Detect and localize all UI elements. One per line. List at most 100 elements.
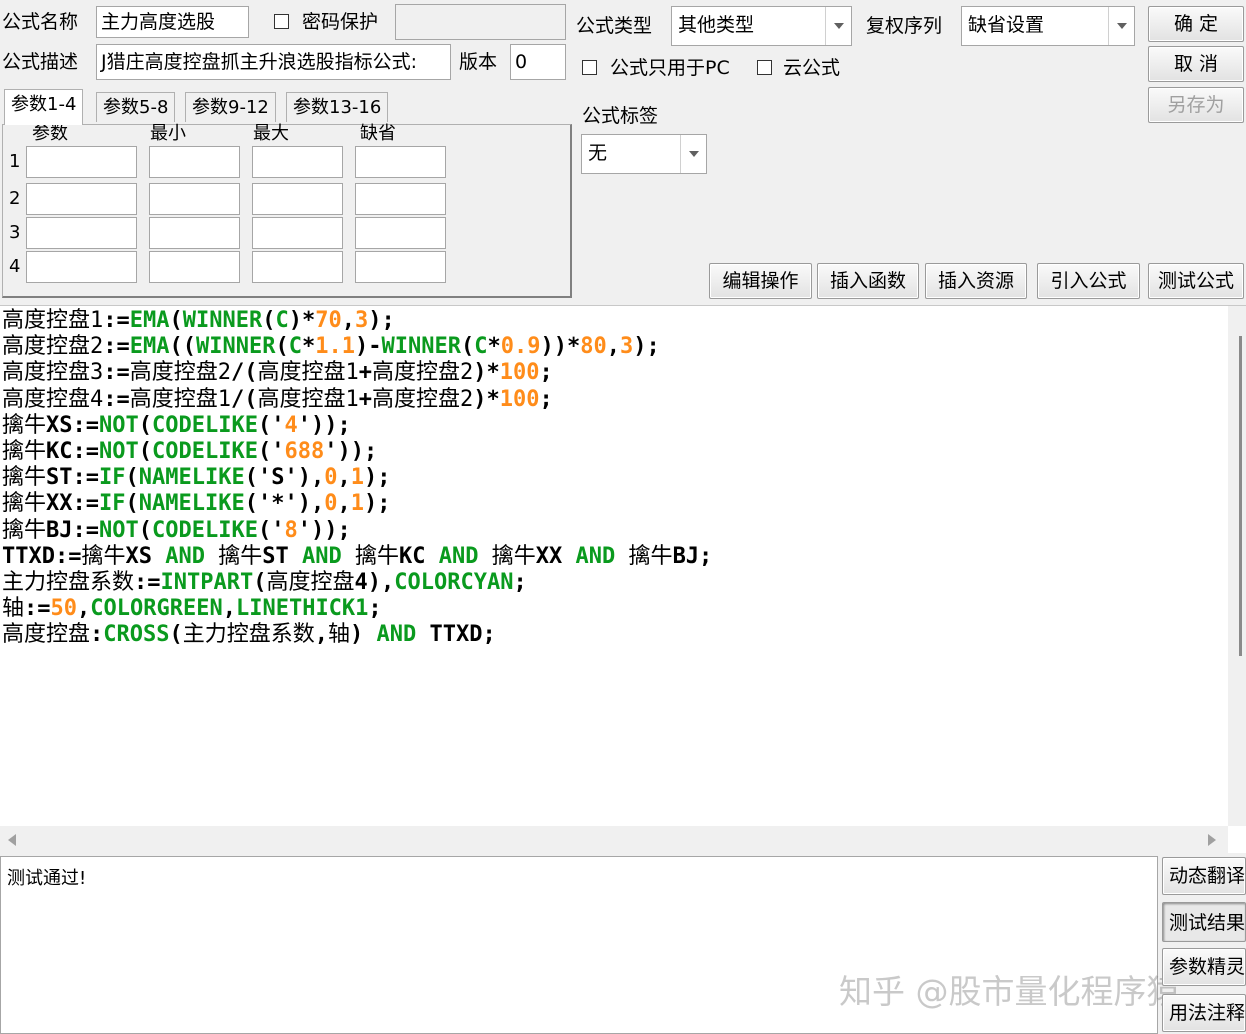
code-token: := — [134, 570, 161, 595]
formula-type-select[interactable]: 其他类型 — [671, 6, 852, 46]
param-max-input[interactable] — [252, 217, 343, 249]
horizontal-scrollbar[interactable] — [0, 826, 1228, 854]
code-line[interactable]: TTXD:=擒牛XS AND 擒牛ST AND 擒牛KC AND 擒牛XX AN… — [2, 544, 712, 570]
param-min-input[interactable] — [149, 217, 240, 249]
param-min-input[interactable] — [149, 183, 240, 215]
code-token: ( — [138, 517, 152, 543]
param-default-input[interactable] — [355, 183, 446, 215]
code-token: EMA — [129, 334, 170, 360]
version-input[interactable]: 0 — [510, 44, 566, 80]
code-token: IF — [99, 491, 126, 517]
param-name-input[interactable] — [26, 183, 137, 215]
code-token: 擒牛 — [628, 543, 673, 569]
code-line[interactable]: 高度控盘1:=EMA(WINNER(C)*70,3); — [2, 308, 395, 334]
scroll-left-icon[interactable] — [8, 834, 16, 846]
test-message-box[interactable]: 测试通过! 知乎 @股市量化程序猿 — [0, 856, 1180, 1034]
tab-params-13-16[interactable]: 参数13-16 — [286, 92, 389, 122]
param-default-input[interactable] — [355, 217, 446, 249]
param-name-input[interactable] — [26, 146, 137, 178]
code-token: WINNER — [381, 334, 461, 360]
param-min-input[interactable] — [149, 146, 240, 178]
save-as-button[interactable]: 另存为 — [1148, 87, 1244, 123]
code-token: /( — [231, 386, 258, 412]
code-line[interactable]: 高度控盘2:=EMA((WINNER(C*1.1)-WINNER(C*0.9))… — [2, 334, 660, 360]
insert-resource-button[interactable]: 插入资源 — [925, 263, 1027, 299]
code-token: := — [103, 308, 130, 333]
tab-params-5-8[interactable]: 参数5-8 — [96, 92, 176, 122]
param-wizard-button[interactable]: 参数精灵 — [1162, 948, 1246, 986]
tab-params-1-4[interactable]: 参数1-4 — [4, 89, 84, 125]
usage-notes-button[interactable]: 用法注释 — [1162, 994, 1246, 1032]
fq-select[interactable]: 缺省设置 — [961, 6, 1135, 46]
formula-name-input[interactable]: 主力高度选股 — [96, 6, 249, 38]
code-token: ')); — [297, 517, 351, 543]
code-token: 高度控盘 — [266, 570, 355, 595]
tag-select[interactable]: 无 — [581, 134, 707, 174]
code-token: 0 — [324, 491, 338, 517]
code-token: AND — [438, 543, 479, 569]
insert-function-button[interactable]: 插入函数 — [817, 263, 919, 299]
formula-desc-input[interactable]: J猎庄高度控盘抓主升浪选股指标公式: — [96, 44, 451, 80]
param-max-input[interactable] — [252, 146, 343, 178]
tab-params-9-12[interactable]: 参数9-12 — [185, 92, 276, 122]
watermark: 知乎 @股市量化程序猿 — [839, 972, 1180, 1011]
test-result-button[interactable]: 测试结果 — [1162, 902, 1246, 942]
ok-button[interactable]: 确 定 — [1148, 6, 1244, 42]
cancel-button[interactable]: 取 消 — [1148, 46, 1244, 82]
import-formula-button[interactable]: 引入公式 — [1037, 263, 1140, 299]
code-line[interactable]: 擒牛BJ:=NOT(CODELIKE('8')); — [2, 518, 351, 544]
code-token: ); — [363, 491, 391, 517]
fq-label: 复权序列 — [866, 15, 943, 37]
chevron-down-icon[interactable] — [1108, 7, 1134, 45]
code-token: XS:= — [46, 412, 99, 438]
code-token: 高度控盘 — [2, 622, 91, 648]
pc-only-checkbox[interactable] — [582, 60, 597, 75]
param-default-input[interactable] — [355, 146, 446, 178]
code-token: C — [288, 334, 302, 360]
code-line[interactable]: 擒牛KC:=NOT(CODELIKE('688')); — [2, 439, 377, 465]
code-token: 0.9 — [500, 334, 541, 360]
code-token: NAMELIKE — [138, 491, 245, 517]
param-max-input[interactable] — [252, 183, 343, 215]
code-token: )* — [473, 386, 500, 412]
param-min-input[interactable] — [149, 251, 240, 283]
password-checkbox[interactable] — [274, 14, 289, 29]
code-line[interactable]: 擒牛XX:=IF(NAMELIKE('*'),0,1); — [2, 491, 390, 517]
code-line[interactable]: 主力控盘系数:=INTPART(高度控盘4),COLORCYAN; — [2, 570, 527, 596]
code-line[interactable]: 轴:=50,COLORGREEN,LINETHICK1; — [2, 596, 382, 622]
scroll-right-icon[interactable] — [1208, 834, 1216, 846]
code-token: := — [24, 596, 51, 622]
edit-ops-button[interactable]: 编辑操作 — [709, 263, 812, 299]
code-token: 高度控盘2 — [129, 360, 231, 386]
code-token: BJ:= — [46, 517, 99, 543]
vertical-scrollbar[interactable] — [1228, 306, 1246, 826]
code-token: AND — [302, 543, 342, 569]
cloud-checkbox[interactable] — [757, 60, 772, 75]
code-line[interactable]: 高度控盘4:=高度控盘1/(高度控盘1+高度控盘2)*100; — [2, 387, 553, 413]
param-name-input[interactable] — [26, 217, 137, 249]
code-token: AND — [575, 543, 616, 569]
code-line[interactable]: 高度控盘3:=高度控盘2/(高度控盘1+高度控盘2)*100; — [2, 360, 553, 386]
code-text-area[interactable]: 高度控盘1:=EMA(WINNER(C)*70,3); 高度控盘2:=EMA((W… — [0, 306, 1228, 826]
param-max-input[interactable] — [252, 251, 343, 283]
code-editor[interactable]: 高度控盘1:=EMA(WINNER(C)*70,3); 高度控盘2:=EMA((W… — [0, 305, 1246, 854]
pc-only-label: 公式只用于PC — [610, 57, 730, 79]
param-default-input[interactable] — [355, 251, 446, 283]
code-token: )- — [354, 334, 382, 360]
code-token: NOT — [99, 439, 139, 464]
chevron-down-icon[interactable] — [680, 135, 706, 173]
code-line[interactable]: 擒牛ST:=IF(NAMELIKE('S'),0,1); — [2, 465, 390, 491]
code-token: 4 — [284, 412, 298, 438]
code-token: ('S'), — [244, 465, 325, 491]
tag-label: 公式标签 — [582, 105, 659, 127]
dynamic-translate-button[interactable]: 动态翻译 — [1162, 857, 1246, 895]
code-token: 高度控盘1 — [257, 386, 359, 412]
param-name-input[interactable] — [26, 251, 137, 283]
chevron-down-icon[interactable] — [825, 7, 851, 45]
test-formula-button[interactable]: 测试公式 — [1148, 263, 1244, 299]
code-line[interactable]: 高度控盘:CROSS(主力控盘系数,轴) AND TTXD; — [2, 622, 496, 648]
code-line[interactable]: 擒牛XS:=NOT(CODELIKE('4')); — [2, 413, 351, 439]
code-token: 轴 — [2, 596, 25, 622]
vertical-scrollbar-thumb[interactable] — [1239, 336, 1242, 656]
